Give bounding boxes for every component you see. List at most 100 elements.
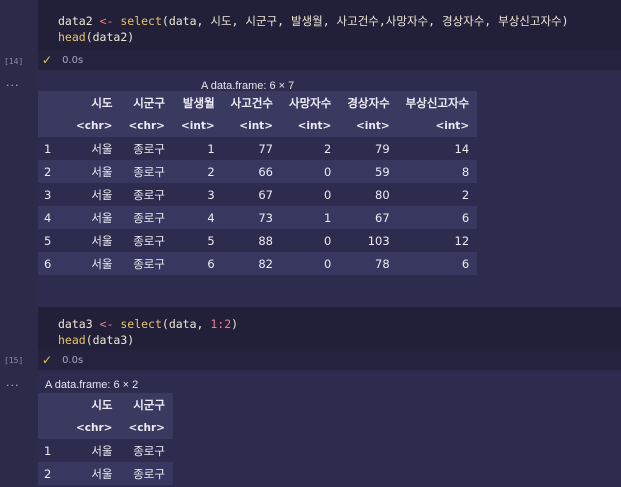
table-cell: 서울	[68, 160, 121, 183]
table-cell: 종로구	[120, 462, 173, 485]
column-type: <chr>	[120, 114, 173, 137]
table-cell: 88	[222, 229, 281, 252]
column-header: 시도	[68, 393, 121, 416]
table-cell: 2	[281, 137, 340, 160]
table-cell: 서울	[68, 137, 121, 160]
column-header: 시도	[68, 91, 121, 114]
table-cell: 0	[281, 252, 340, 275]
table-cell: 1	[281, 206, 340, 229]
output-toggle[interactable]: ...	[6, 376, 20, 389]
table-cell: 1	[172, 137, 223, 160]
execution-count: [15]	[4, 356, 24, 365]
column-type: <int>	[172, 114, 223, 137]
table-cell: 2	[172, 160, 223, 183]
row-index: 2	[38, 160, 68, 183]
table-row: 2 서울 종로구 2 66 0 59 8	[38, 160, 478, 183]
table-cell: 서울	[68, 229, 121, 252]
table-cell: 73	[222, 206, 281, 229]
table-cell: 59	[339, 160, 398, 183]
table-cell: 5	[172, 229, 223, 252]
table-cell: 종로구	[120, 229, 173, 252]
dataframe-caption: A data.frame: 6 × 2	[45, 379, 139, 391]
dataframe-table: 시도 시군구 <chr> <chr> 1 서울 종로구 2 서울 종로구	[38, 393, 173, 485]
table-cell: 0	[281, 183, 340, 206]
output-toggle[interactable]: ...	[6, 76, 20, 89]
table-cell: 66	[222, 160, 281, 183]
column-type: <chr>	[68, 114, 121, 137]
success-check-icon: ✓	[42, 353, 53, 367]
table-cell: 12	[397, 229, 478, 252]
cell-status: ✓ 0.0s	[38, 50, 621, 70]
table-cell: 67	[339, 206, 398, 229]
table-cell: 80	[339, 183, 398, 206]
dataframe-table: 시도 시군구 발생월 사고건수 사망자수 경상자수 부상신고자수 <chr> <chr> <in…	[38, 91, 478, 275]
row-index: 1	[38, 439, 68, 462]
table-cell: 14	[397, 137, 478, 160]
code-cell-1[interactable]: data2 <- select(data, 시도, 시군구, 발생월, 사고건수…	[38, 0, 621, 52]
index-type	[38, 114, 68, 137]
table-row: 4 서울 종로구 4 73 1 67 6	[38, 206, 478, 229]
row-index: 5	[38, 229, 68, 252]
code-line: head(data3)	[58, 333, 135, 347]
column-header: 시군구	[120, 91, 173, 114]
table-cell: 0	[281, 160, 340, 183]
table-cell: 서울	[68, 439, 121, 462]
table-cell: 4	[172, 206, 223, 229]
table-cell: 서울	[68, 252, 121, 275]
row-index: 6	[38, 252, 68, 275]
table-cell: 종로구	[120, 160, 173, 183]
column-type: <chr>	[120, 416, 173, 439]
table-cell: 서울	[68, 206, 121, 229]
table-cell: 77	[222, 137, 281, 160]
table-cell: 3	[172, 183, 223, 206]
code-cell-2[interactable]: data3 <- select(data, 1:2) head(data3)	[38, 307, 621, 351]
index-type	[38, 416, 68, 439]
column-header: 사고건수	[222, 91, 281, 114]
table-cell: 종로구	[120, 206, 173, 229]
table-cell: 종로구	[120, 439, 173, 462]
column-header: 발생월	[172, 91, 223, 114]
table-cell: 2	[397, 183, 478, 206]
table-cell: 103	[339, 229, 398, 252]
table-row: 1 서울 종로구	[38, 439, 173, 462]
execution-time: 0.0s	[62, 354, 84, 366]
table-cell: 종로구	[120, 137, 173, 160]
index-header	[38, 91, 68, 114]
code-line: data2 <- select(data, 시도, 시군구, 발생월, 사고건수…	[58, 14, 569, 28]
table-cell: 6	[397, 206, 478, 229]
execution-count: [14]	[4, 57, 24, 66]
table-cell: 서울	[68, 183, 121, 206]
output-area-1: A data.frame: 6 × 7 시도 시군구 발생월 사고건수 사망자수 경상자수…	[38, 71, 621, 307]
table-cell: 6	[397, 252, 478, 275]
table-cell: 종로구	[120, 252, 173, 275]
table-row: 6 서울 종로구 6 82 0 78 6	[38, 252, 478, 275]
row-index: 2	[38, 462, 68, 485]
cell-status: ✓ 0.0s	[38, 350, 621, 370]
execution-time: 0.0s	[62, 54, 84, 66]
table-row: 1 서울 종로구 1 77 2 79 14	[38, 137, 478, 160]
table-cell: 종로구	[120, 183, 173, 206]
column-type: <int>	[222, 114, 281, 137]
row-index: 1	[38, 137, 68, 160]
index-header	[38, 393, 68, 416]
column-type: <int>	[339, 114, 398, 137]
column-type: <int>	[281, 114, 340, 137]
table-cell: 79	[339, 137, 398, 160]
table-cell: 78	[339, 252, 398, 275]
table-cell: 82	[222, 252, 281, 275]
column-header: 사망자수	[281, 91, 340, 114]
code-line: head(data2)	[58, 30, 135, 44]
row-index: 4	[38, 206, 68, 229]
column-type: <int>	[397, 114, 478, 137]
table-cell: 67	[222, 183, 281, 206]
success-check-icon: ✓	[42, 53, 53, 67]
table-row: 5 서울 종로구 5 88 0 103 12	[38, 229, 478, 252]
column-header: 경상자수	[339, 91, 398, 114]
table-cell: 6	[172, 252, 223, 275]
table-cell: 8	[397, 160, 478, 183]
code-line: data3 <- select(data, 1:2)	[58, 317, 239, 331]
table-cell: 0	[281, 229, 340, 252]
column-header: 부상신고자수	[397, 91, 478, 114]
column-header: 시군구	[120, 393, 173, 416]
table-cell: 서울	[68, 462, 121, 485]
